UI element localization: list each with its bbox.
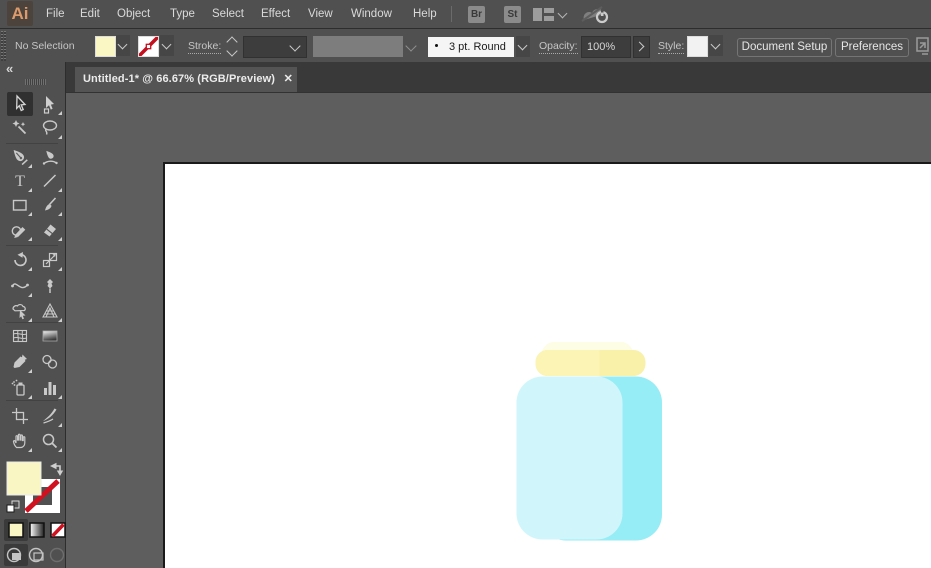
svg-text:T: T	[15, 173, 25, 190]
